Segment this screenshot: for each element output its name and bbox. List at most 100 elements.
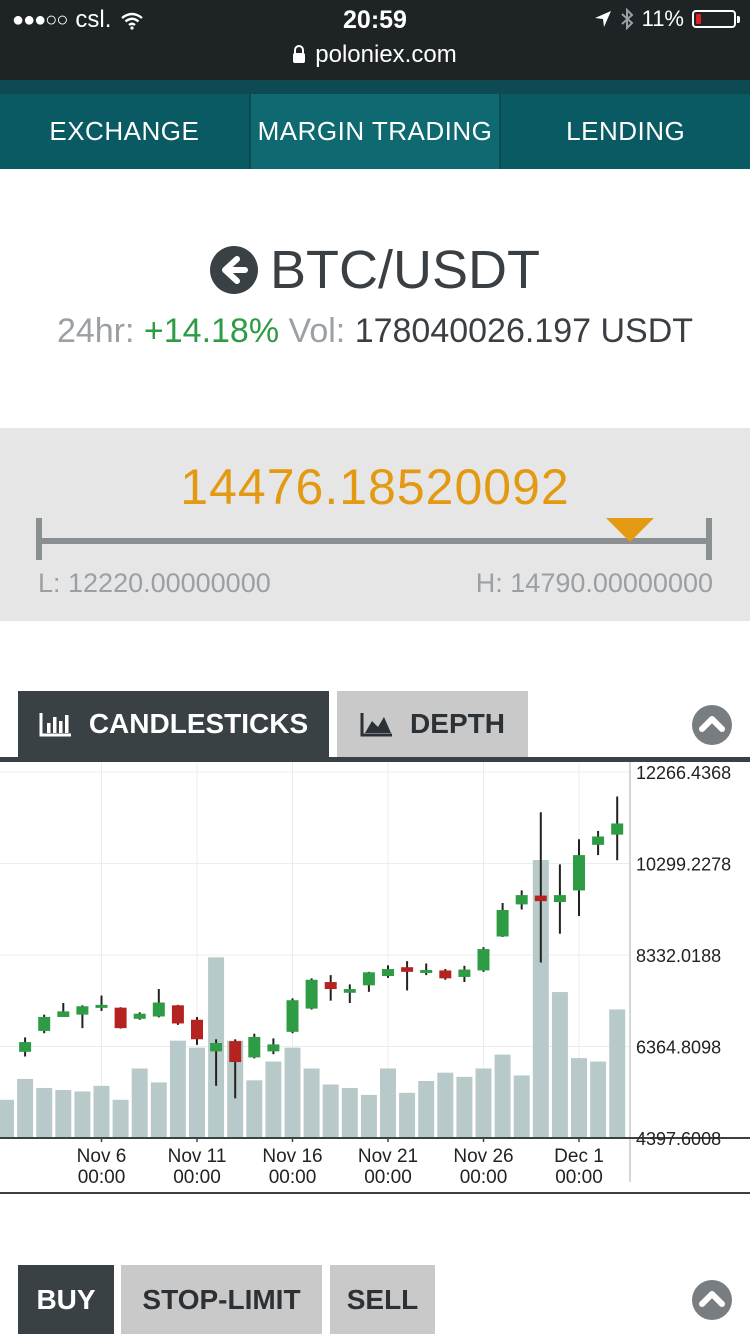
candle-up	[57, 1011, 70, 1017]
volume-bar	[475, 1068, 492, 1138]
back-arrow-icon[interactable]	[210, 246, 258, 294]
pair-header: BTC/USDT	[0, 240, 750, 300]
change-value: +14.18%	[143, 312, 280, 350]
tab-buy[interactable]: BUY	[18, 1265, 114, 1334]
x-tick-label-time: 00:00	[269, 1167, 317, 1188]
volume-bar	[303, 1068, 320, 1138]
volume-bar	[17, 1078, 34, 1138]
chart-bottom-border	[0, 1192, 750, 1194]
candle-up	[286, 1000, 299, 1032]
nav-exchange[interactable]: EXCHANGE	[0, 94, 251, 169]
x-tick-label-time: 00:00	[364, 1167, 412, 1188]
candle-up	[362, 972, 375, 986]
x-tick-label-time: 00:00	[555, 1167, 603, 1188]
x-tick-label-date: Nov 6	[77, 1146, 127, 1167]
x-tick-label-date: Nov 16	[262, 1146, 322, 1167]
area-chart-icon	[360, 713, 393, 737]
candlestick-chart[interactable]: 12266.4368 10299.2278 8332.0188 6364.8098 43…	[0, 762, 750, 1194]
url-text: poloniex.com	[315, 41, 457, 68]
pair-title: BTC/USDT	[270, 240, 540, 300]
volume-value: 178040026.197 USDT	[354, 312, 694, 350]
range-current-marker	[605, 518, 654, 542]
candle-down	[171, 1005, 184, 1024]
volume-bar	[418, 1081, 435, 1138]
battery-percent: 11%	[641, 6, 684, 31]
x-tick-label-time: 00:00	[460, 1167, 508, 1188]
candle-down	[439, 970, 452, 979]
candle-down	[229, 1041, 242, 1063]
battery-icon	[692, 10, 740, 28]
status-right: 11%	[594, 6, 740, 32]
volume-label: Vol:	[288, 312, 346, 350]
candle-up	[496, 909, 509, 937]
x-tick-label-date: Dec 1	[554, 1146, 604, 1167]
tab-depth-label: DEPTH	[410, 708, 505, 739]
y-tick-label: 12266.4368	[636, 763, 731, 783]
browser-topbar: ●●●○○ csl. 20:59 11% poloniex.com	[0, 0, 750, 80]
candle-up	[420, 969, 433, 973]
volume-bar	[456, 1076, 473, 1138]
tab-depth[interactable]: DEPTH	[337, 691, 528, 757]
candle-up	[133, 1013, 146, 1019]
candle-down	[401, 967, 414, 972]
candle-down	[324, 982, 337, 990]
volume-bar	[93, 1085, 110, 1138]
bluetooth-icon	[620, 8, 634, 30]
tab-candlesticks-label: CANDLESTICKS	[88, 708, 309, 739]
volume-bar	[0, 1099, 14, 1138]
main-nav: EXCHANGE MARGIN TRADING LENDING	[0, 80, 750, 169]
volume-bar	[513, 1075, 530, 1138]
nav-lending[interactable]: LENDING	[501, 94, 750, 169]
candle-down	[191, 1019, 203, 1040]
x-tick-label-date: Nov 21	[358, 1146, 418, 1167]
tab-sell[interactable]: SELL	[330, 1265, 435, 1334]
x-tick-label-time: 00:00	[78, 1167, 126, 1188]
candle-up	[305, 979, 318, 1009]
low-price: L: 12220.00000000	[38, 568, 271, 598]
volume-bar	[380, 1068, 396, 1138]
volume-bar	[494, 1054, 511, 1138]
x-tick-label-date: Nov 11	[168, 1146, 227, 1167]
last-price: 14476.18520092	[180, 459, 570, 515]
candle-up	[152, 1002, 165, 1017]
collapse-chart-icon[interactable]	[692, 705, 732, 745]
volume-bar	[341, 1087, 358, 1138]
x-tick-label-time: 00:00	[173, 1167, 221, 1188]
candle-up	[267, 1044, 280, 1052]
lock-icon	[293, 45, 306, 63]
candle-up	[382, 969, 394, 977]
candle-up	[95, 1004, 108, 1008]
candle-up	[573, 855, 585, 891]
collapse-order-icon[interactable]	[692, 1280, 732, 1320]
nav-margin-trading[interactable]: MARGIN TRADING	[250, 94, 502, 169]
tab-stop-limit[interactable]: STOP-LIMIT	[121, 1265, 322, 1334]
volume-bar	[399, 1092, 416, 1138]
y-tick-label: 10299.2278	[636, 855, 731, 875]
volume-bar	[360, 1094, 377, 1138]
volume-bar	[74, 1091, 91, 1138]
volume-bar	[246, 1080, 263, 1138]
volume-bar	[609, 1009, 626, 1138]
pair-stats: 24hr: +14.18% Vol: 178040026.197 USDT	[0, 312, 750, 351]
volume-bar	[131, 1068, 148, 1138]
volume-bar	[322, 1084, 339, 1138]
volume-bar	[551, 992, 568, 1138]
candle-up	[76, 1006, 89, 1015]
tab-candlesticks[interactable]: CANDLESTICKS	[18, 691, 329, 757]
high-price: H: 14790.00000000	[475, 568, 713, 598]
address-bar[interactable]: poloniex.com	[0, 41, 750, 69]
candle-down	[114, 1007, 127, 1029]
candle-up	[343, 989, 356, 993]
candle-up	[210, 1043, 223, 1052]
candle-up	[38, 1016, 51, 1031]
location-arrow-icon	[594, 11, 611, 27]
change-label: 24hr:	[56, 312, 135, 350]
volume-bar	[169, 1040, 186, 1138]
volume-bar	[36, 1087, 53, 1138]
volume-bar	[150, 1082, 167, 1138]
candle-up	[515, 895, 528, 905]
bar-chart-icon	[39, 713, 71, 737]
candle-up	[611, 823, 624, 835]
candle-up	[458, 969, 471, 977]
volume-bar	[55, 1090, 72, 1138]
